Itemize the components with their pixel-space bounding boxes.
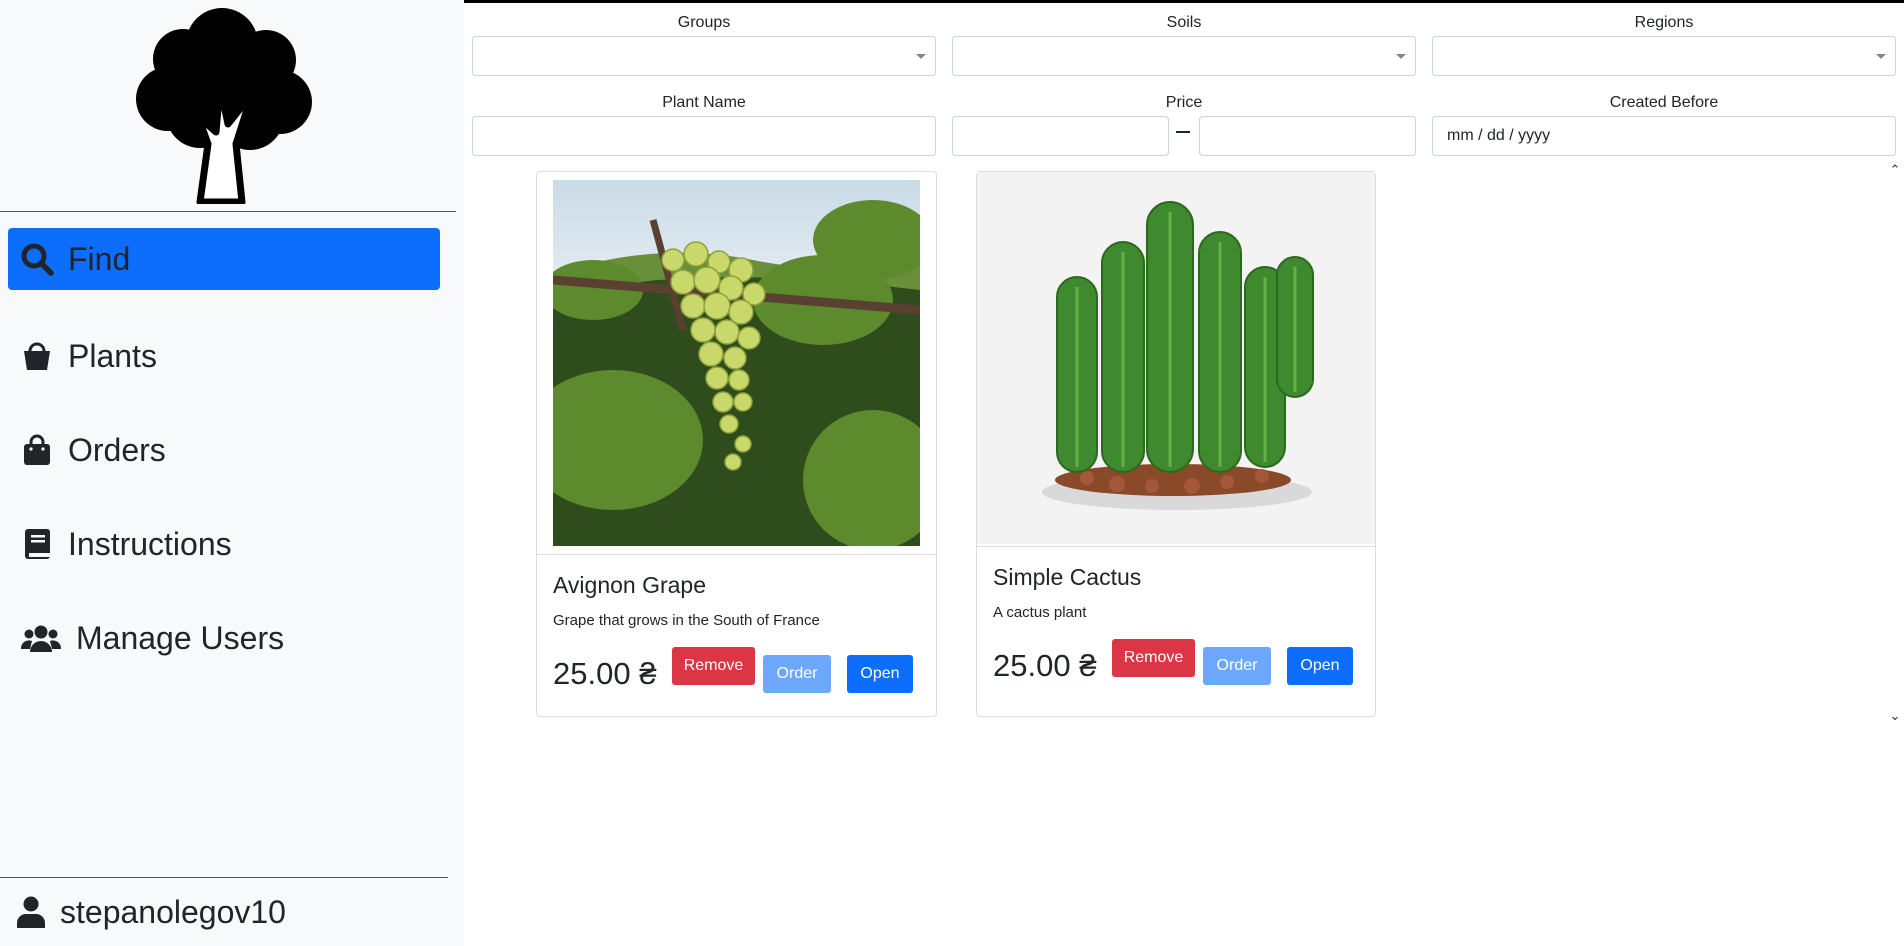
soils-label: Soils (1166, 14, 1202, 31)
price-max-input[interactable] (1199, 116, 1416, 156)
regions-label: Regions (1634, 14, 1694, 31)
user-icon (17, 896, 45, 928)
nav-item-manage-users[interactable]: Manage Users (8, 607, 440, 669)
created-before-label: Created Before (1609, 94, 1719, 111)
order-button[interactable]: Order (763, 655, 831, 693)
chevron-down-icon (1396, 54, 1406, 59)
nav-label-plants: Plants (68, 337, 157, 374)
sidebar: Find Plants Orders Instructions Manage U… (0, 0, 464, 946)
card-divider (977, 546, 1375, 547)
search-icon (21, 243, 54, 276)
groups-label: Groups (677, 14, 731, 31)
current-user[interactable]: stepanolegov10 (16, 888, 286, 936)
scroll-down-icon[interactable]: ⌄ (1888, 709, 1902, 723)
shopping-bag-icon (24, 434, 50, 465)
book-icon (25, 529, 50, 559)
open-button[interactable]: Open (847, 655, 913, 693)
logo-divider (0, 211, 456, 212)
chevron-down-icon (916, 54, 926, 59)
nav-label-find: Find (68, 240, 131, 277)
card-divider (537, 554, 936, 555)
plant-name-input[interactable] (472, 116, 936, 156)
remove-button[interactable]: Remove (672, 647, 755, 685)
nav-label-instructions: Instructions (68, 525, 232, 562)
username: stepanolegov10 (60, 893, 286, 930)
open-button[interactable]: Open (1287, 647, 1353, 685)
nav-item-orders[interactable]: Orders (8, 419, 440, 481)
groups-select[interactable] (472, 36, 936, 76)
price-range-dash (1176, 131, 1190, 133)
nav-label-orders: Orders (68, 431, 166, 468)
plant-description: Grape that grows in the South of France (553, 612, 820, 629)
price-min-input[interactable] (952, 116, 1169, 156)
basket-icon (24, 342, 50, 370)
plant-price: 25.00 ₴ (993, 648, 1097, 683)
user-divider (0, 877, 448, 878)
tree-icon[interactable] (128, 4, 318, 206)
nav-item-instructions[interactable]: Instructions (8, 513, 440, 575)
scroll-up-icon[interactable]: ⌃ (1888, 163, 1902, 177)
plant-description: A cactus plant (993, 604, 1087, 621)
plant-name: Avignon Grape (553, 572, 707, 598)
plant-card: Avignon Grape Grape that grows in the So… (536, 171, 937, 717)
soils-select[interactable] (952, 36, 1416, 76)
nav-label-manage-users: Manage Users (76, 619, 285, 656)
plant-image-grape[interactable] (553, 180, 920, 546)
users-icon (20, 625, 62, 652)
remove-button[interactable]: Remove (1112, 639, 1195, 677)
chevron-down-icon (1876, 54, 1886, 59)
order-button[interactable]: Order (1203, 647, 1271, 685)
price-label: Price (1165, 94, 1203, 111)
plant-card: Simple Cactus A cactus plant 25.00 ₴ Rem… (976, 171, 1376, 717)
regions-select[interactable] (1432, 36, 1896, 76)
created-before-date-input[interactable]: mm / dd / yyyy (1432, 116, 1896, 156)
plant-name-label: Plant Name (662, 94, 746, 111)
nav-item-plants[interactable]: Plants (8, 325, 440, 387)
nav-item-find[interactable]: Find (8, 228, 440, 290)
plant-price: 25.00 ₴ (553, 656, 657, 691)
plant-image-cactus[interactable] (977, 172, 1375, 544)
plant-name: Simple Cactus (993, 564, 1142, 590)
